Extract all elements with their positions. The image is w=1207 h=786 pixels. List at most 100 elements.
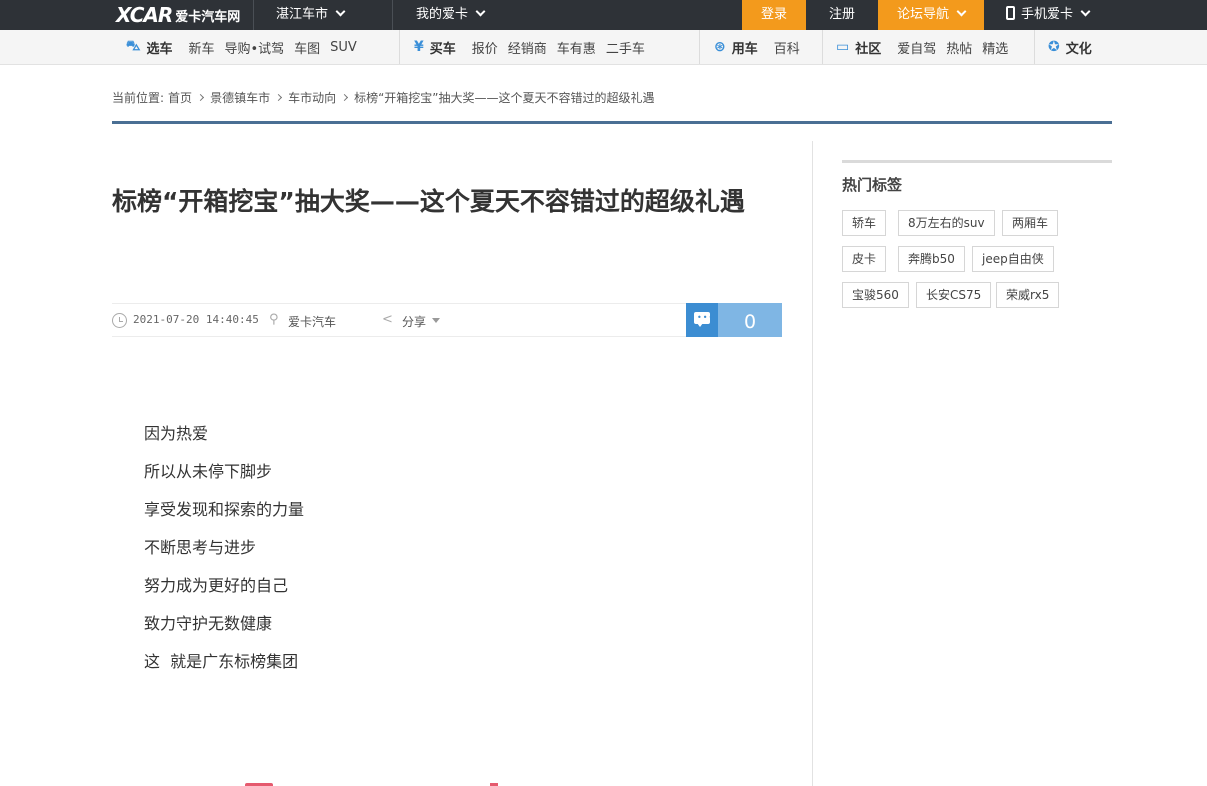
- paragraph: 这 就是广东标榜集团: [144, 652, 299, 671]
- site-logo[interactable]: XCAR 爱卡汽车网: [116, 3, 240, 27]
- nav-link[interactable]: 车有惠: [557, 38, 596, 57]
- divider: [699, 30, 700, 64]
- paragraph: 不断思考与进步: [144, 538, 257, 557]
- link-icon: ⚲: [269, 312, 279, 327]
- chevron-right-icon: [341, 93, 349, 101]
- chevron-down-icon: [475, 6, 486, 17]
- nav-head-label: 文化: [1065, 41, 1092, 57]
- nav-head-label: 社区: [855, 41, 882, 57]
- nav-group-select: ⛍ 选车 新车 导购•试驾 车图 SUV: [126, 30, 367, 64]
- nav-head-label: 用车: [731, 41, 758, 57]
- register-label: 注册: [828, 7, 855, 22]
- chat-icon: ▭: [836, 39, 850, 55]
- tag[interactable]: 轿车: [842, 210, 887, 236]
- logo-name: 爱卡汽车网: [175, 9, 241, 25]
- breadcrumb: 当前位置: 首页 景德镇车市 车市动向 标榜“开箱挖宝”抽大奖——这个夏天不容错…: [112, 88, 655, 106]
- my-xcar-label: 我的爱卡: [416, 7, 469, 22]
- tag[interactable]: 宝骏560: [842, 282, 909, 308]
- register-button[interactable]: 注册: [806, 0, 878, 30]
- article-title: 标榜“开箱挖宝”抽大奖——这个夏天不容错过的超级礼遇: [112, 187, 745, 216]
- nav-link[interactable]: 二手车: [606, 38, 645, 57]
- hot-tags-title: 热门标签: [842, 176, 903, 194]
- nav-head-label: 选车: [146, 41, 173, 57]
- nav-link[interactable]: 新车: [188, 38, 214, 57]
- car-icon: ⛍: [126, 38, 141, 54]
- top-bar: XCAR 爱卡汽车网 湛江车市 我的爱卡 登录 注册 论坛导航 手机爱卡: [0, 0, 1207, 30]
- divider: [399, 30, 400, 64]
- divider: [253, 0, 254, 30]
- nav-link[interactable]: SUV: [330, 40, 357, 55]
- nav-link[interactable]: 导购•试驾: [224, 38, 284, 57]
- wheel-icon: ⊛: [714, 39, 726, 55]
- article-meta: 2021-07-20 14:40:45 ⚲ 爱卡汽车 < 分享 ••• 0: [112, 303, 782, 337]
- sidebar-top-line: [842, 160, 1112, 163]
- logo-mark: XCAR: [116, 3, 173, 27]
- tag[interactable]: 两厢车: [1002, 210, 1059, 236]
- mobile-label: 手机爱卡: [1021, 7, 1074, 22]
- divider: [392, 0, 393, 30]
- divider: [822, 30, 823, 64]
- tag[interactable]: jeep自由侠: [972, 246, 1054, 272]
- comment-count[interactable]: 0: [718, 303, 782, 337]
- main-nav: ⛍ 选车 新车 导购•试驾 车图 SUV ¥ 买车 报价 经销商 车有惠 二手车 ⊛…: [0, 30, 1207, 65]
- nav-head-buy[interactable]: ¥ 买车: [414, 38, 456, 57]
- nav-link[interactable]: 爱自驾: [897, 38, 936, 57]
- mobile-menu[interactable]: 手机爱卡: [1006, 0, 1091, 30]
- caret-down-icon[interactable]: [432, 318, 440, 323]
- chevron-down-icon: [1080, 6, 1091, 17]
- nav-head-select[interactable]: ⛍ 选车: [126, 38, 172, 57]
- breadcrumb-current: 标榜“开箱挖宝”抽大奖——这个夏天不容错过的超级礼遇: [354, 90, 655, 105]
- comment-dots: •••: [697, 313, 715, 322]
- nav-group-community: ▭ 社区 爱自驾 热帖 精选: [836, 30, 1018, 64]
- share-icon[interactable]: <: [382, 312, 393, 327]
- nav-link[interactable]: 热帖: [946, 38, 972, 57]
- forum-nav-label: 论坛导航: [896, 7, 949, 22]
- paragraph: 致力守护无数健康: [144, 614, 273, 633]
- yen-icon: ¥: [414, 39, 424, 55]
- culture-icon: ✪: [1048, 39, 1060, 55]
- paragraph: 所以从未停下脚步: [144, 462, 273, 481]
- breadcrumb-prefix: 当前位置:: [112, 90, 165, 105]
- tag[interactable]: 奔腾b50: [898, 246, 965, 272]
- tag[interactable]: 皮卡: [842, 246, 887, 272]
- nav-head-label: 买车: [429, 41, 456, 57]
- article-source[interactable]: 爱卡汽车: [288, 313, 336, 330]
- chevron-down-icon: [956, 6, 967, 17]
- share-button[interactable]: 分享: [402, 313, 426, 330]
- my-xcar-menu[interactable]: 我的爱卡: [416, 0, 486, 30]
- login-label: 登录: [760, 7, 787, 22]
- nav-link[interactable]: 报价: [472, 38, 498, 57]
- publish-date: 2021-07-20 14:40:45: [133, 313, 259, 326]
- city-selector[interactable]: 湛江车市: [276, 0, 346, 30]
- nav-group-buy: ¥ 买车 报价 经销商 车有惠 二手车: [414, 30, 655, 64]
- breadcrumb-underline: [112, 121, 1112, 124]
- nav-link[interactable]: 百科: [774, 38, 800, 57]
- clock-icon: [112, 313, 127, 328]
- tag[interactable]: 8万左右的suv: [898, 210, 995, 236]
- nav-group-culture: ✪ 文化: [1048, 30, 1108, 64]
- comment-button[interactable]: •••: [686, 303, 718, 337]
- breadcrumb-link-city[interactable]: 景德镇车市: [210, 89, 270, 106]
- divider: [1034, 30, 1035, 64]
- paragraph: 因为热爱: [144, 424, 209, 443]
- nav-head-use[interactable]: ⊛ 用车: [714, 38, 758, 57]
- forum-nav-menu[interactable]: 论坛导航: [878, 0, 984, 30]
- breadcrumb-link-home[interactable]: 首页: [168, 89, 192, 106]
- nav-link[interactable]: 精选: [982, 38, 1008, 57]
- tag[interactable]: 荣威rx5: [996, 282, 1060, 308]
- paragraph: 努力成为更好的自己: [144, 576, 289, 595]
- paragraph: 享受发现和探索的力量: [144, 500, 305, 519]
- nav-link[interactable]: 经销商: [508, 38, 547, 57]
- nav-head-community[interactable]: ▭ 社区: [836, 38, 881, 57]
- chevron-down-icon: [335, 6, 346, 17]
- tag[interactable]: 长安CS75: [916, 282, 992, 308]
- nav-group-use: ⊛ 用车 百科: [714, 30, 810, 64]
- chevron-right-icon: [197, 93, 205, 101]
- article-body: 因为热爱 所以从未停下脚步 享受发现和探索的力量 不断思考与进步 努力成为更好的…: [144, 422, 304, 688]
- column-divider: [812, 141, 813, 786]
- login-button[interactable]: 登录: [742, 0, 806, 30]
- chevron-right-icon: [275, 93, 283, 101]
- nav-head-culture[interactable]: ✪ 文化: [1048, 38, 1092, 57]
- nav-link[interactable]: 车图: [294, 38, 320, 57]
- breadcrumb-link-news[interactable]: 车市动向: [288, 89, 336, 106]
